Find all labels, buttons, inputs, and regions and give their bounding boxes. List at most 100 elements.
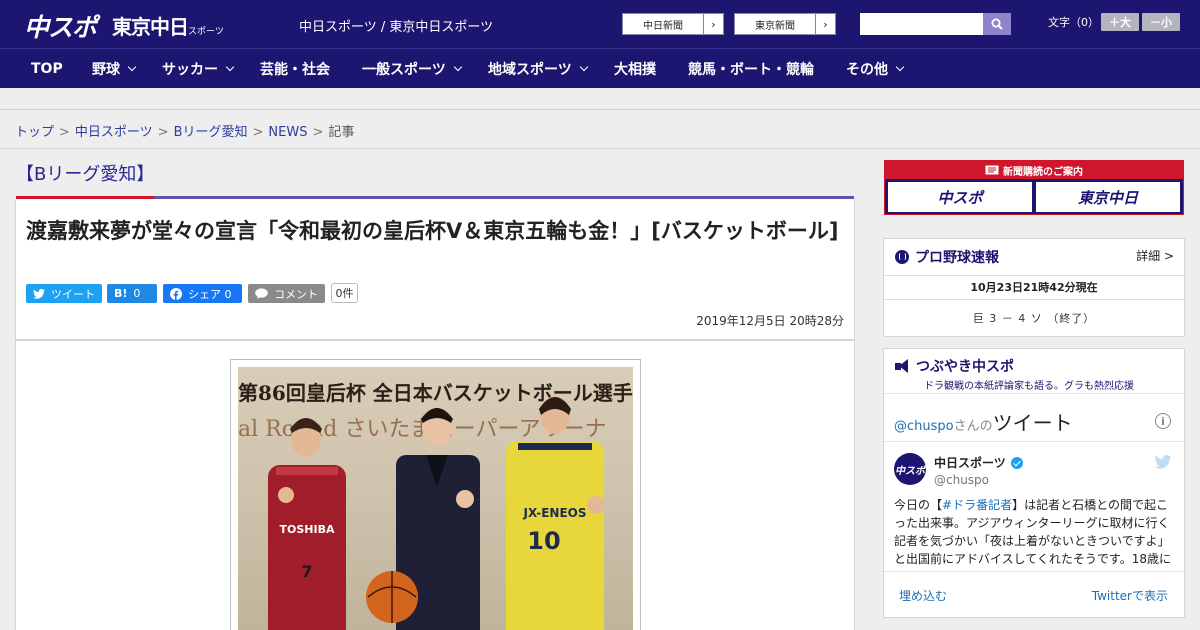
tweet-text: 今日の【#ドラ番記者】は記者と石橋との間で起こった出来事。アジアウィンターリーグ… xyxy=(894,496,1176,570)
divider xyxy=(884,571,1184,572)
nav-baseball[interactable]: 野球 xyxy=(92,49,137,89)
breadcrumb-link-news[interactable]: NEWS xyxy=(268,125,307,140)
twitter-widget-title-text: つぶやき中スポ xyxy=(916,359,1014,375)
hatena-bookmark-button[interactable]: B! 0 xyxy=(107,284,157,303)
hatena-count: 0 xyxy=(133,287,141,300)
link-label: 東京新聞 xyxy=(755,20,795,32)
breadcrumb-current: 記事 xyxy=(328,125,355,140)
chevron-down-icon xyxy=(895,62,905,72)
nav-sumo[interactable]: 大相撲 xyxy=(614,49,656,89)
comment-label: コメント xyxy=(274,287,318,301)
tweet-label: ツイート xyxy=(51,287,95,301)
baseball-widget-title-text: プロ野球速報 xyxy=(915,250,999,266)
facebook-label: シェア 0 xyxy=(188,287,232,301)
chevron-right-icon: › xyxy=(815,14,835,34)
main-nav: TOP 野球 サッカー 芸能・社会 一般スポーツ 地域スポーツ 大相撲 競馬・ボ… xyxy=(0,48,1200,88)
view-on-twitter-link[interactable]: Twitterで表示 xyxy=(1092,587,1168,604)
breadcrumb-link-top[interactable]: トップ xyxy=(15,125,54,140)
tokyo-shimbun-link[interactable]: 東京新聞 › xyxy=(734,13,836,35)
nav-general-sports[interactable]: 一般スポーツ xyxy=(362,49,462,89)
breadcrumb-separator: > xyxy=(157,125,169,140)
search-input[interactable] xyxy=(860,13,983,35)
subscription-banner[interactable]: 新聞購読のご案内 中スポ 東京中日 xyxy=(884,160,1184,215)
twitter-widget-title: つぶやき中スポ xyxy=(895,356,1014,376)
photo-image: 第86回皇后杯 全日本バスケットボール選手 al Round さいたまスーパーア… xyxy=(238,367,633,630)
verified-badge-icon xyxy=(1010,456,1023,469)
tweet-account-name[interactable]: 中日スポーツ xyxy=(934,454,1023,471)
breadcrumb: トップ > 中日スポーツ > Bリーグ愛知 > NEWS > 記事 xyxy=(15,121,354,140)
svg-text:JX-ENEOS: JX-ENEOS xyxy=(523,506,587,520)
twitter-widget-subtitle: ドラ観戦の本紙評論家も語る。グラも熱烈応援 xyxy=(924,381,1134,392)
comment-count: 0件 xyxy=(331,283,358,303)
nav-label: 野球 xyxy=(92,62,120,78)
hatena-icon: B! xyxy=(114,287,128,300)
chuspo-logo[interactable]: 中スポ xyxy=(24,8,97,44)
tweet-text-prefix: 今日の【 xyxy=(894,498,943,512)
megaphone-icon xyxy=(895,359,909,373)
nav-entertainment[interactable]: 芸能・社会 xyxy=(260,49,330,89)
svg-text:TOSHIBA: TOSHIBA xyxy=(280,523,335,536)
newspaper-icon xyxy=(985,165,999,175)
nav-label: 大相撲 xyxy=(614,62,656,78)
info-icon[interactable]: i xyxy=(1155,413,1171,429)
divider xyxy=(884,441,1184,442)
twitter-widget: つぶやき中スポ ドラ観戦の本紙評論家も語る。グラも熱烈応援 @chuspoさんの… xyxy=(883,348,1185,618)
subscription-heading: 新聞購読のご案内 xyxy=(885,161,1183,179)
tokyo-logo-small: スポーツ xyxy=(188,27,224,37)
chevron-right-icon: › xyxy=(703,14,723,34)
article-date: 2019年12月5日 20時28分 xyxy=(696,314,844,328)
breadcrumb-link-chunichi-sports[interactable]: 中日スポーツ xyxy=(75,125,153,140)
chevron-down-icon xyxy=(127,62,137,72)
chevron-down-icon xyxy=(225,62,235,72)
chunichi-shimbun-link[interactable]: 中日新聞 › xyxy=(622,13,724,35)
font-larger-button[interactable]: ＋大 xyxy=(1101,13,1139,31)
facebook-share-button[interactable]: シェア 0 xyxy=(163,284,242,303)
nav-label: その他 xyxy=(846,62,888,78)
twitter-bird-icon xyxy=(33,288,45,299)
article-photo[interactable]: 第86回皇后杯 全日本バスケットボール選手 al Round さいたまスーパーア… xyxy=(230,359,641,630)
facebook-icon xyxy=(170,287,182,300)
site-tagline: 中日スポーツ / 東京中日スポーツ xyxy=(299,20,494,35)
timeline-heading-text: ツイート xyxy=(992,411,1073,435)
baseball-score[interactable]: 巨 3 － 4 ソ （終了） xyxy=(884,310,1184,326)
hashtag-link[interactable]: #ドラ番記者 xyxy=(942,498,1012,512)
account-name-text: 中日スポーツ xyxy=(934,456,1006,470)
svg-text:7: 7 xyxy=(301,562,312,581)
nav-label: 地域スポーツ xyxy=(488,62,572,78)
tokyo-chunichi-logo[interactable]: 東京中日スポーツ xyxy=(112,11,224,40)
tweet-button[interactable]: ツイート xyxy=(26,284,102,303)
nav-label: サッカー xyxy=(162,62,218,78)
category-heading: 【Bリーグ愛知】 xyxy=(16,164,155,185)
baseball-widget-title: プロ野球速報 xyxy=(895,247,999,267)
embed-link[interactable]: 埋め込む xyxy=(899,587,947,604)
nav-racing[interactable]: 競馬・ボート・競輪 xyxy=(688,49,814,89)
avatar[interactable]: 中スポ xyxy=(894,453,926,485)
nav-soccer[interactable]: サッカー xyxy=(162,49,235,89)
breadcrumb-separator: > xyxy=(252,125,264,140)
twitter-bird-icon[interactable] xyxy=(1154,455,1172,469)
speech-bubble-icon xyxy=(255,288,268,299)
article-title: 渡嘉敷来夢が堂々の宣言「令和最初の皇后杯V＆東京五輪も金！」[バスケットボール] xyxy=(26,219,839,243)
nav-local-sports[interactable]: 地域スポーツ xyxy=(488,49,588,89)
nav-other[interactable]: その他 xyxy=(846,49,905,89)
players-figure: TOSHIBA 7 JX-ENEOS 10 xyxy=(268,396,605,630)
nav-label: 芸能・社会 xyxy=(260,62,330,78)
timeline-handle-link[interactable]: @chuspo xyxy=(894,419,954,434)
font-smaller-button[interactable]: －小 xyxy=(1142,13,1180,31)
divider xyxy=(884,275,1184,276)
breadcrumb-link-bleague[interactable]: Bリーグ愛知 xyxy=(174,125,248,140)
tokyo-chunichi-subscribe-logo[interactable]: 東京中日 xyxy=(1036,182,1180,212)
baseball-details-link[interactable]: 詳細 > xyxy=(1136,247,1174,264)
font-size-label: 文字（0） xyxy=(1048,16,1099,29)
tweet-account-handle[interactable]: @chuspo xyxy=(934,473,989,487)
search-button[interactable] xyxy=(983,13,1011,35)
baseball-icon xyxy=(895,250,909,264)
sub-band xyxy=(0,88,1200,110)
chuspo-subscribe-logo[interactable]: 中スポ xyxy=(888,182,1032,212)
nav-label: 競馬・ボート・競輪 xyxy=(688,62,814,78)
timeline-heading: @chuspoさんのツイート xyxy=(894,407,1073,436)
nav-top[interactable]: TOP xyxy=(31,49,63,89)
comment-button[interactable]: コメント xyxy=(248,284,325,303)
chevron-down-icon xyxy=(453,62,462,72)
svg-text:10: 10 xyxy=(527,527,560,555)
